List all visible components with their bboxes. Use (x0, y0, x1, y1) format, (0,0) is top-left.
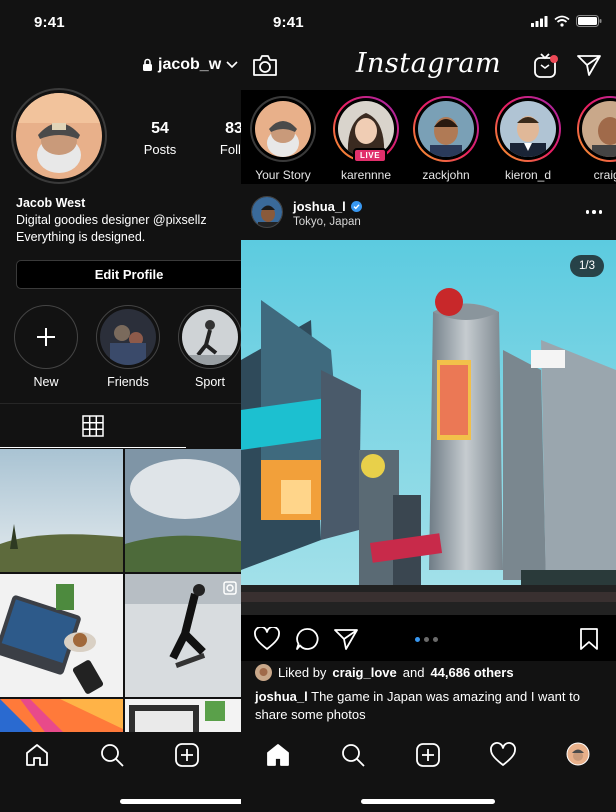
direct-icon[interactable] (577, 54, 601, 76)
grid-photo-3[interactable] (0, 574, 123, 697)
post-location[interactable]: Tokyo, Japan (293, 216, 361, 228)
search-icon[interactable] (99, 742, 125, 768)
stat-followers[interactable]: 83 Follo (204, 120, 241, 157)
post-caption: joshua_l The game in Japan was amazing a… (255, 688, 605, 724)
caption-username[interactable]: joshua_l (255, 689, 308, 704)
home-indicator (120, 799, 241, 804)
lock-icon (143, 58, 152, 71)
multi-photo-icon (223, 581, 237, 595)
profile-avatar[interactable] (11, 88, 107, 184)
stories-tray: Your Story LIVE karennne zackjohn kieron… (241, 90, 616, 184)
igtv-icon[interactable] (533, 52, 559, 79)
grid-photo-4[interactable] (125, 574, 241, 697)
username-switcher[interactable]: jacob_w (142, 56, 238, 74)
post-avatar[interactable] (251, 196, 283, 228)
liked-by-and: and (402, 665, 425, 680)
stat-posts[interactable]: 54 Posts (130, 120, 190, 157)
post-image[interactable] (241, 240, 616, 615)
home-icon[interactable] (265, 742, 291, 768)
search-icon[interactable] (340, 742, 366, 768)
post-username: joshua_l (293, 199, 346, 214)
story-your-story[interactable]: Your Story (244, 96, 322, 182)
liked-by-prefix: Liked by (278, 665, 327, 680)
grid-photo-1[interactable] (0, 449, 123, 572)
profile-avatar-icon[interactable] (566, 742, 590, 766)
add-post-icon[interactable] (174, 742, 200, 768)
home-icon[interactable] (24, 742, 50, 768)
profile-screen: 9:41 jacob_w 54 Posts 83 Follo Jacob Wes… (0, 0, 241, 812)
edit-profile-button[interactable]: Edit Profile (16, 260, 241, 289)
wifi-icon (554, 15, 570, 27)
verified-icon (350, 201, 362, 212)
story-karennne[interactable]: LIVE karennne (327, 96, 405, 182)
profile-name: Jacob West (16, 196, 86, 210)
profile-username: jacob_w (158, 56, 222, 73)
add-post-icon[interactable] (415, 742, 441, 768)
share-icon[interactable] (334, 628, 358, 650)
battery-icon (576, 15, 602, 27)
bookmark-icon[interactable] (579, 627, 599, 651)
story-craig[interactable]: craig_ (571, 96, 616, 182)
bio-line-2: Everything is designed. (16, 230, 146, 244)
profile-bottom-nav (0, 732, 241, 812)
post-actions (241, 615, 616, 661)
home-indicator (361, 799, 495, 804)
carousel-dots (415, 637, 438, 642)
more-icon[interactable] (585, 210, 602, 214)
heart-icon[interactable] (254, 627, 280, 651)
status-time: 9:41 (273, 14, 304, 31)
signal-icon (531, 15, 548, 27)
chevron-down-icon (226, 61, 238, 69)
photo-counter: 1/3 (570, 255, 604, 277)
plus-icon (37, 328, 55, 346)
liked-by-user[interactable]: craig_love (332, 665, 396, 680)
status-time: 9:41 (34, 14, 65, 31)
comment-icon[interactable] (295, 627, 320, 651)
highlight-friends[interactable]: Friends (96, 305, 160, 389)
bio-line-1: Digital goodies designer @pixsellz (16, 213, 207, 227)
profile-tabs (0, 403, 241, 448)
grid-icon[interactable] (82, 415, 104, 437)
activity-icon[interactable] (490, 742, 516, 768)
highlight-new[interactable]: New (14, 305, 78, 389)
likes-row[interactable]: Liked by craig_love and 44,686 others (255, 664, 514, 681)
profile-bio: Jacob West Digital goodies designer @pix… (16, 195, 207, 246)
story-kieron-d[interactable]: kieron_d (489, 96, 567, 182)
feed-bottom-nav (241, 732, 616, 812)
liked-by-count[interactable]: 44,686 others (430, 665, 513, 680)
instagram-logo: Instagram (355, 48, 502, 79)
story-zackjohn[interactable]: zackjohn (407, 96, 485, 182)
liker-avatar (255, 664, 272, 681)
post-header: joshua_l Tokyo, Japan (241, 184, 616, 240)
status-icons (531, 15, 602, 27)
live-badge: LIVE (353, 148, 388, 163)
grid-photo-2[interactable] (125, 449, 241, 572)
post-username-row[interactable]: joshua_l (293, 199, 362, 214)
highlight-sport[interactable]: Sport (178, 305, 241, 389)
feed-screen: 9:41 Instagram Your Story LIVE karennne … (241, 0, 616, 812)
